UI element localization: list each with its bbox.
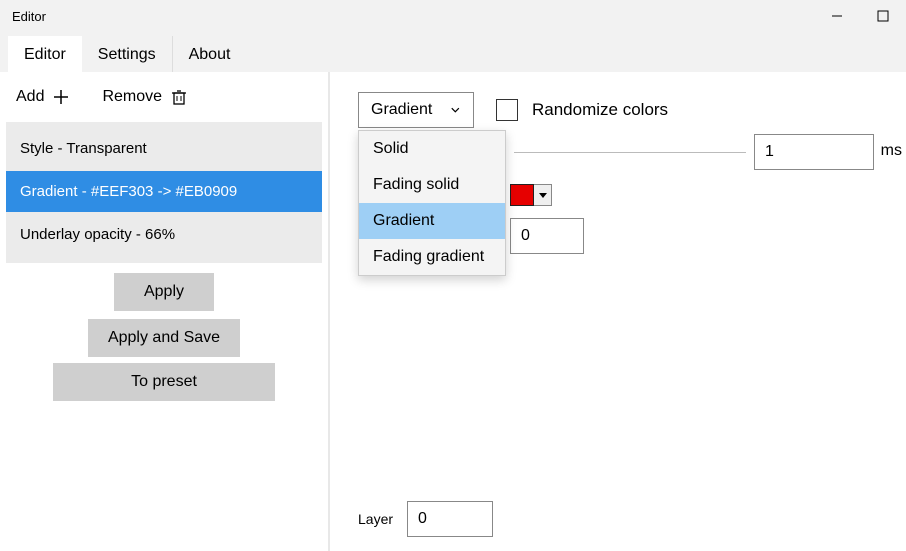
to-preset-button[interactable]: To preset [53,363,275,401]
minimize-icon [831,10,843,22]
list-item[interactable]: Style - Transparent [6,128,322,169]
layer-label: Layer [358,511,393,527]
fill-type-select[interactable]: Gradient [358,92,474,128]
dropdown-item-fading-gradient[interactable]: Fading gradient [359,239,505,275]
dropdown-item-fading-solid[interactable]: Fading solid [359,167,505,203]
tab-editor[interactable]: Editor [8,36,82,72]
sidebar-toolbar: Add Remove [0,78,328,122]
divider-line [514,152,746,153]
add-label: Add [16,88,44,106]
tab-settings[interactable]: Settings [82,36,173,72]
sidebar: Add Remove Style - Transparent Grad [0,72,330,551]
apply-save-button[interactable]: Apply and Save [88,319,240,357]
color-swatch [510,184,534,206]
plus-icon [52,88,70,106]
remove-label: Remove [102,88,162,106]
apply-button[interactable]: Apply [114,273,214,311]
maximize-button[interactable] [860,0,906,32]
trash-icon [170,88,188,106]
minimize-button[interactable] [814,0,860,32]
layer-input[interactable] [407,501,493,537]
window-controls [814,0,906,32]
duration-input[interactable] [754,134,874,170]
main-panel: Gradient Randomize colors ms Solid Fadin… [330,72,906,551]
color-picker[interactable] [510,184,552,206]
color-dropdown-button[interactable] [534,184,552,206]
duration-unit-label: ms [881,142,902,160]
layer-list: Style - Transparent Gradient - #EEF303 -… [6,122,322,263]
sidebar-action-row: Apply Apply and Save [0,263,328,357]
titlebar: Editor [0,0,906,32]
list-item[interactable]: Gradient - #EEF303 -> #EB0909 [6,171,322,212]
list-item[interactable]: Underlay opacity - 66% [6,214,322,255]
sidebar-action-row-2: To preset [0,357,328,401]
dropdown-item-gradient[interactable]: Gradient [359,203,505,239]
chevron-down-icon [450,104,461,116]
layer-row: Layer [358,501,493,537]
maximize-icon [877,10,889,22]
caret-down-icon [539,191,547,199]
window-title: Editor [12,9,46,24]
randomize-checkbox[interactable] [496,99,518,121]
secondary-value-input[interactable] [510,218,584,254]
content-area: Add Remove Style - Transparent Grad [0,72,906,551]
remove-button[interactable]: Remove [98,84,192,110]
randomize-label: Randomize colors [532,100,668,120]
dropdown-item-solid[interactable]: Solid [359,131,505,167]
select-value: Gradient [371,101,432,119]
fill-type-dropdown: Solid Fading solid Gradient Fading gradi… [358,130,506,276]
tab-bar: Editor Settings About [0,32,906,72]
add-button[interactable]: Add [12,84,74,110]
top-row: Gradient Randomize colors [358,92,906,128]
tab-about[interactable]: About [173,36,247,72]
